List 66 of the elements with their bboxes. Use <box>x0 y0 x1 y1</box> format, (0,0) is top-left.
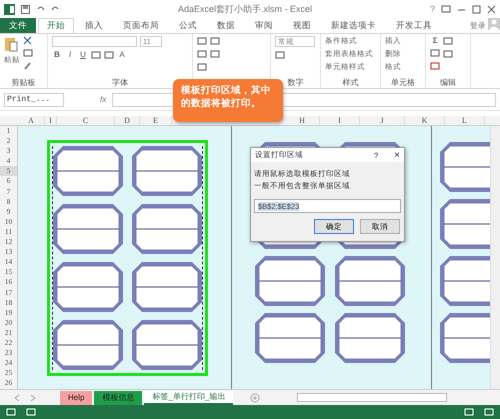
ribbon-tab[interactable]: 页面布局 <box>114 18 168 33</box>
label-frame <box>53 204 123 254</box>
maximize-icon[interactable] <box>472 4 481 14</box>
label-frame <box>132 204 202 254</box>
ribbon-tab[interactable]: 新建选项卡 <box>322 18 385 33</box>
label-frame <box>335 313 405 363</box>
label-frame <box>440 313 490 363</box>
ribbon-tab[interactable]: 公式 <box>170 18 206 33</box>
column-header[interactable]: E <box>140 116 172 125</box>
column-header[interactable]: K <box>405 116 445 125</box>
label-frame <box>255 256 325 306</box>
column-header[interactable]: J <box>360 116 405 125</box>
close-icon[interactable] <box>487 4 496 14</box>
column-header[interactable]: A <box>18 116 45 125</box>
group-label: 样式 <box>342 77 360 88</box>
font-color-button[interactable]: A <box>117 50 127 60</box>
label-frame <box>132 320 202 370</box>
sheet-tab[interactable]: 模板信息 <box>94 390 142 404</box>
ribbon-tab[interactable]: 插入 <box>76 18 112 33</box>
format-painter-icon[interactable] <box>23 61 32 70</box>
autosum-button[interactable]: Σ <box>430 36 440 45</box>
label-frame <box>440 256 490 306</box>
label-frame <box>53 146 123 196</box>
sheet-tab[interactable]: Help <box>60 390 92 404</box>
italic-button[interactable]: I <box>65 50 75 60</box>
ribbon-tab[interactable]: 审阅 <box>246 18 282 33</box>
window-title: AdaExcel套打小助手.xlsm - Excel <box>176 2 313 16</box>
column-header[interactable]: L <box>445 116 485 125</box>
file-tab[interactable]: 文件 <box>0 18 36 33</box>
label-frame <box>255 313 325 363</box>
label-frame <box>440 142 490 192</box>
ribbon-tab[interactable]: 视图 <box>284 18 320 33</box>
callout-note: 模板打印区域，其中的数据将被打印。 <box>173 79 283 122</box>
underline-button[interactable]: U <box>78 50 88 60</box>
vertical-scrollbar[interactable] <box>490 126 500 389</box>
ribbon-tab[interactable]: 开始 <box>38 18 74 33</box>
ribbon-tab[interactable]: 数据 <box>208 18 244 33</box>
label-frame <box>132 262 202 312</box>
label-frame <box>53 320 123 370</box>
sheet-tab[interactable]: 标签_单行打印_输出 <box>144 390 234 404</box>
excel-logo-icon <box>4 4 15 14</box>
column-header[interactable]: D <box>115 116 140 125</box>
label-frame <box>132 146 202 196</box>
name-box[interactable]: Print_... <box>4 92 64 106</box>
label-frame <box>53 262 123 312</box>
group-label: 编辑 <box>439 77 457 88</box>
column-header[interactable]: I <box>45 116 57 125</box>
column-header[interactable]: H <box>285 116 320 125</box>
ribbon-tab[interactable]: 开发工具 <box>387 18 441 33</box>
help-button[interactable]: ? <box>430 4 435 14</box>
paste-icon[interactable] <box>4 36 18 52</box>
horizontal-scrollbar[interactable] <box>297 393 448 402</box>
label-frame <box>335 256 405 306</box>
save-icon[interactable] <box>21 4 30 14</box>
cut-icon[interactable] <box>23 36 32 45</box>
group-label: 字体 <box>111 77 129 88</box>
label-frame <box>440 199 490 249</box>
bold-button[interactable]: B <box>52 50 62 60</box>
column-header[interactable]: C <box>57 116 115 125</box>
column-header[interactable]: I <box>320 116 360 125</box>
font-name-field[interactable] <box>52 36 137 47</box>
group-label: 数字 <box>286 77 304 88</box>
close-button[interactable]: × <box>394 150 400 160</box>
group-label: 单元格 <box>390 77 416 88</box>
group-label: 剪贴板 <box>10 77 36 88</box>
function-button[interactable]: fx <box>100 95 106 104</box>
